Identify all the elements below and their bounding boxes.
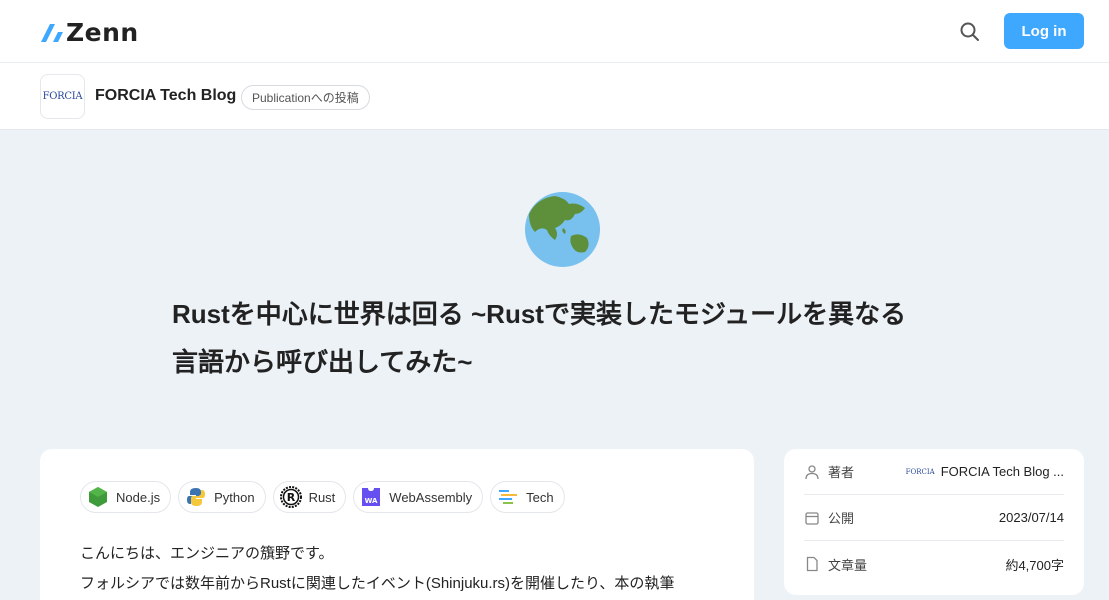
article-card: Node.js Python R Rust WA WebAssembly Tec… [40,449,754,600]
search-button[interactable] [958,20,982,44]
published-label: 公開 [828,511,855,526]
nodejs-icon [87,486,109,508]
publication-avatar[interactable]: FORCIA [40,74,85,119]
tag-python[interactable]: Python [178,481,266,513]
tag-webassembly[interactable]: WA WebAssembly [353,481,484,513]
python-icon [185,486,207,508]
top-bar: Zenn Log in [0,0,1109,63]
tag-tech[interactable]: Tech [490,481,565,513]
tag-label: Rust [308,489,336,505]
author-label: 著者 [828,465,855,480]
published-value: 2023/07/14 [998,510,1064,525]
user-icon [804,464,820,480]
publication-name[interactable]: FORCIA Tech Blog [95,87,236,105]
published-row: 公開 2023/07/14 [804,495,1064,541]
article-title-line-2: 言語から呼び出してみた~ [172,347,473,377]
tag-label: WebAssembly [389,489,473,505]
zenn-logo-text: Zenn [66,17,139,47]
article-title-line-1: Rustを中心に世界は回る ~Rustで実装したモジュールを異なる [172,299,907,329]
length-row: 文章量 約4,700字 [804,541,1064,587]
tag-label: Node.js [116,489,161,505]
author-logo: FORCIA [905,467,935,476]
publication-logo-text: FORCIA [42,91,83,102]
tech-icon [497,486,519,508]
tag-nodejs[interactable]: Node.js [80,481,172,513]
author-row: 著者 FORCIA FORCIA Tech Blog ... [804,449,1064,495]
rust-icon: R [279,486,302,508]
document-icon [804,556,820,572]
author-value: FORCIA Tech Blog ... [940,464,1064,479]
topic-tags: Node.js Python R Rust WA WebAssembly Tec… [80,481,565,513]
tag-label: Tech [526,489,554,505]
author-link[interactable]: FORCIA FORCIA Tech Blog ... [906,464,1064,479]
length-value: 約4,700字 [1005,557,1064,573]
publication-badge: Publicationへの投稿 [241,85,370,110]
zenn-logo[interactable]: Zenn [40,17,139,47]
article-body: こんにちは、エンジニアの籏野です。 フォルシアでは数年前からRustに関連したイ… [80,539,720,599]
tag-label: Python [214,489,255,505]
article-paragraph: フォルシアでは数年前からRustに関連したイベント(Shinjuku.rs)を開… [80,575,675,592]
globe-asia-australia-icon [525,192,600,267]
search-icon [960,22,979,41]
login-button[interactable]: Log in [1004,13,1084,49]
publication-bar: FORCIA FORCIA Tech Blog Publicationへの投稿 [0,63,1109,130]
tag-rust[interactable]: R Rust [272,481,347,513]
length-label: 文章量 [828,557,868,573]
calendar-icon [804,510,820,526]
svg-text:R: R [286,491,295,504]
zenn-logo-icon [41,24,63,42]
webassembly-icon: WA [360,486,382,508]
svg-text:WA: WA [365,497,378,505]
article-info-card: 著者 FORCIA FORCIA Tech Blog ... 公開 2023/0… [784,449,1084,595]
article-title: Rustを中心に世界は回る ~Rustで実装したモジュールを異なる 言語から呼び… [172,290,952,386]
article-paragraph: こんにちは、エンジニアの籏野です。 [80,545,334,562]
